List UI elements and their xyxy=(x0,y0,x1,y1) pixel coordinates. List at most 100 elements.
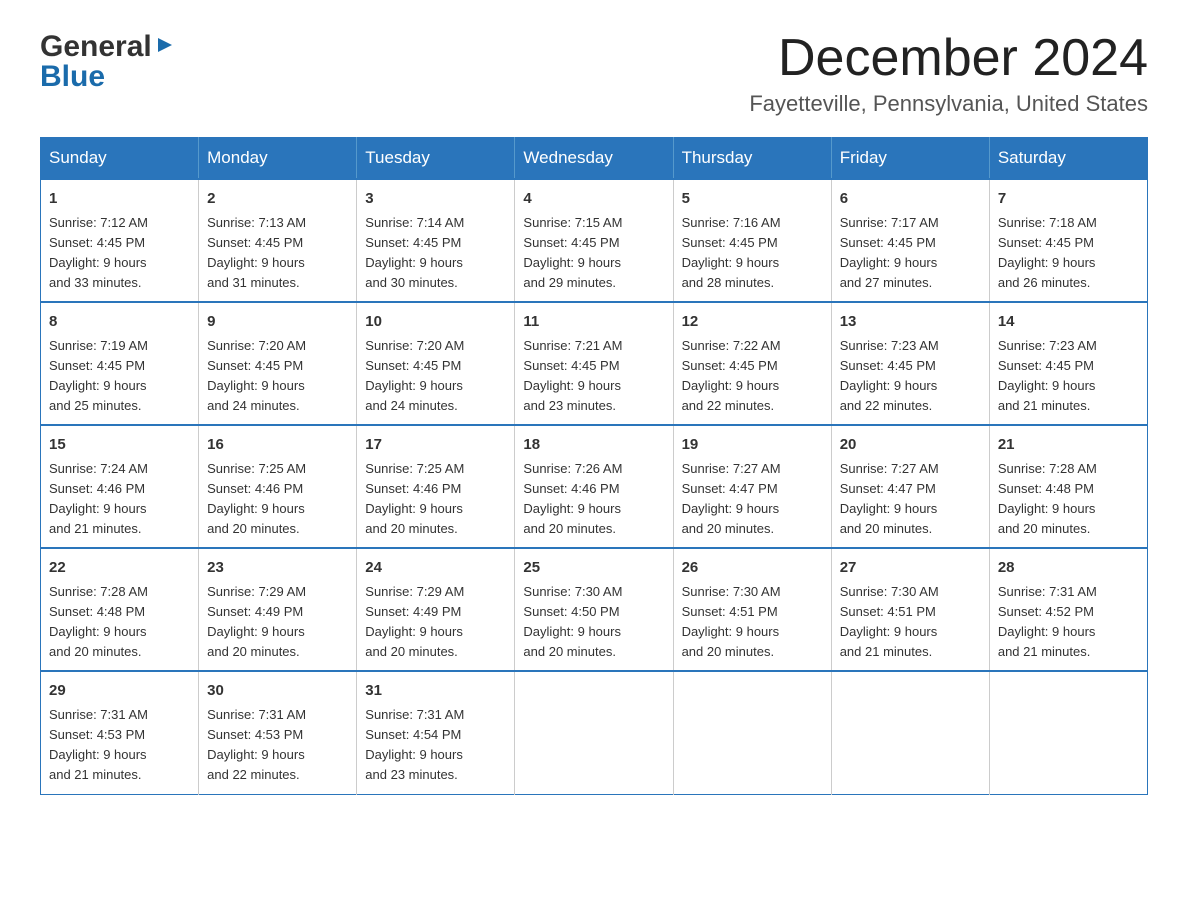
day-info: Sunrise: 7:31 AMSunset: 4:53 PMDaylight:… xyxy=(49,705,190,786)
calendar-cell xyxy=(515,671,673,794)
calendar-cell: 17Sunrise: 7:25 AMSunset: 4:46 PMDayligh… xyxy=(357,425,515,548)
day-info: Sunrise: 7:14 AMSunset: 4:45 PMDaylight:… xyxy=(365,213,506,294)
header-thursday: Thursday xyxy=(673,138,831,180)
day-number: 3 xyxy=(365,188,506,211)
day-number: 29 xyxy=(49,680,190,703)
day-info: Sunrise: 7:29 AMSunset: 4:49 PMDaylight:… xyxy=(207,582,348,663)
day-info: Sunrise: 7:31 AMSunset: 4:52 PMDaylight:… xyxy=(998,582,1139,663)
header-wednesday: Wednesday xyxy=(515,138,673,180)
calendar-cell: 18Sunrise: 7:26 AMSunset: 4:46 PMDayligh… xyxy=(515,425,673,548)
day-info: Sunrise: 7:15 AMSunset: 4:45 PMDaylight:… xyxy=(523,213,664,294)
day-info: Sunrise: 7:23 AMSunset: 4:45 PMDaylight:… xyxy=(998,336,1139,417)
calendar-cell: 29Sunrise: 7:31 AMSunset: 4:53 PMDayligh… xyxy=(41,671,199,794)
day-number: 8 xyxy=(49,311,190,334)
day-number: 6 xyxy=(840,188,981,211)
calendar-cell: 14Sunrise: 7:23 AMSunset: 4:45 PMDayligh… xyxy=(989,302,1147,425)
calendar-cell: 15Sunrise: 7:24 AMSunset: 4:46 PMDayligh… xyxy=(41,425,199,548)
page-header: General Blue December 2024 Fayetteville,… xyxy=(40,30,1148,117)
day-info: Sunrise: 7:16 AMSunset: 4:45 PMDaylight:… xyxy=(682,213,823,294)
day-info: Sunrise: 7:31 AMSunset: 4:53 PMDaylight:… xyxy=(207,705,348,786)
day-info: Sunrise: 7:21 AMSunset: 4:45 PMDaylight:… xyxy=(523,336,664,417)
calendar-cell: 4Sunrise: 7:15 AMSunset: 4:45 PMDaylight… xyxy=(515,179,673,302)
day-info: Sunrise: 7:20 AMSunset: 4:45 PMDaylight:… xyxy=(365,336,506,417)
calendar-cell: 10Sunrise: 7:20 AMSunset: 4:45 PMDayligh… xyxy=(357,302,515,425)
calendar-cell: 22Sunrise: 7:28 AMSunset: 4:48 PMDayligh… xyxy=(41,548,199,671)
day-number: 11 xyxy=(523,311,664,334)
day-info: Sunrise: 7:26 AMSunset: 4:46 PMDaylight:… xyxy=(523,459,664,540)
calendar-cell: 16Sunrise: 7:25 AMSunset: 4:46 PMDayligh… xyxy=(199,425,357,548)
day-info: Sunrise: 7:17 AMSunset: 4:45 PMDaylight:… xyxy=(840,213,981,294)
header-monday: Monday xyxy=(199,138,357,180)
day-info: Sunrise: 7:30 AMSunset: 4:50 PMDaylight:… xyxy=(523,582,664,663)
day-number: 19 xyxy=(682,434,823,457)
calendar-cell xyxy=(673,671,831,794)
day-info: Sunrise: 7:27 AMSunset: 4:47 PMDaylight:… xyxy=(840,459,981,540)
calendar-cell: 31Sunrise: 7:31 AMSunset: 4:54 PMDayligh… xyxy=(357,671,515,794)
logo: General Blue xyxy=(40,30,176,94)
calendar-cell: 7Sunrise: 7:18 AMSunset: 4:45 PMDaylight… xyxy=(989,179,1147,302)
calendar-cell: 2Sunrise: 7:13 AMSunset: 4:45 PMDaylight… xyxy=(199,179,357,302)
day-info: Sunrise: 7:22 AMSunset: 4:45 PMDaylight:… xyxy=(682,336,823,417)
calendar-cell: 9Sunrise: 7:20 AMSunset: 4:45 PMDaylight… xyxy=(199,302,357,425)
calendar-cell: 13Sunrise: 7:23 AMSunset: 4:45 PMDayligh… xyxy=(831,302,989,425)
calendar-cell: 20Sunrise: 7:27 AMSunset: 4:47 PMDayligh… xyxy=(831,425,989,548)
day-number: 20 xyxy=(840,434,981,457)
calendar-cell: 3Sunrise: 7:14 AMSunset: 4:45 PMDaylight… xyxy=(357,179,515,302)
day-info: Sunrise: 7:18 AMSunset: 4:45 PMDaylight:… xyxy=(998,213,1139,294)
day-number: 16 xyxy=(207,434,348,457)
logo-arrow-icon xyxy=(154,34,176,56)
day-info: Sunrise: 7:20 AMSunset: 4:45 PMDaylight:… xyxy=(207,336,348,417)
calendar-cell: 1Sunrise: 7:12 AMSunset: 4:45 PMDaylight… xyxy=(41,179,199,302)
calendar-body: 1Sunrise: 7:12 AMSunset: 4:45 PMDaylight… xyxy=(41,179,1148,794)
day-number: 5 xyxy=(682,188,823,211)
day-info: Sunrise: 7:13 AMSunset: 4:45 PMDaylight:… xyxy=(207,213,348,294)
day-number: 14 xyxy=(998,311,1139,334)
day-info: Sunrise: 7:29 AMSunset: 4:49 PMDaylight:… xyxy=(365,582,506,663)
day-number: 15 xyxy=(49,434,190,457)
page-subtitle: Fayetteville, Pennsylvania, United State… xyxy=(749,91,1148,117)
calendar-cell xyxy=(989,671,1147,794)
title-area: December 2024 Fayetteville, Pennsylvania… xyxy=(749,30,1148,117)
day-number: 18 xyxy=(523,434,664,457)
day-info: Sunrise: 7:25 AMSunset: 4:46 PMDaylight:… xyxy=(207,459,348,540)
header-sunday: Sunday xyxy=(41,138,199,180)
calendar-cell: 11Sunrise: 7:21 AMSunset: 4:45 PMDayligh… xyxy=(515,302,673,425)
calendar-cell: 28Sunrise: 7:31 AMSunset: 4:52 PMDayligh… xyxy=(989,548,1147,671)
header-saturday: Saturday xyxy=(989,138,1147,180)
calendar-cell: 19Sunrise: 7:27 AMSunset: 4:47 PMDayligh… xyxy=(673,425,831,548)
day-info: Sunrise: 7:31 AMSunset: 4:54 PMDaylight:… xyxy=(365,705,506,786)
header-tuesday: Tuesday xyxy=(357,138,515,180)
day-info: Sunrise: 7:12 AMSunset: 4:45 PMDaylight:… xyxy=(49,213,190,294)
calendar-cell: 27Sunrise: 7:30 AMSunset: 4:51 PMDayligh… xyxy=(831,548,989,671)
day-info: Sunrise: 7:30 AMSunset: 4:51 PMDaylight:… xyxy=(840,582,981,663)
day-number: 13 xyxy=(840,311,981,334)
day-number: 25 xyxy=(523,557,664,580)
day-number: 2 xyxy=(207,188,348,211)
day-number: 1 xyxy=(49,188,190,211)
calendar-cell: 8Sunrise: 7:19 AMSunset: 4:45 PMDaylight… xyxy=(41,302,199,425)
header-friday: Friday xyxy=(831,138,989,180)
day-info: Sunrise: 7:30 AMSunset: 4:51 PMDaylight:… xyxy=(682,582,823,663)
day-number: 23 xyxy=(207,557,348,580)
day-number: 22 xyxy=(49,557,190,580)
day-info: Sunrise: 7:27 AMSunset: 4:47 PMDaylight:… xyxy=(682,459,823,540)
day-number: 24 xyxy=(365,557,506,580)
calendar-cell: 24Sunrise: 7:29 AMSunset: 4:49 PMDayligh… xyxy=(357,548,515,671)
day-number: 4 xyxy=(523,188,664,211)
calendar-cell: 12Sunrise: 7:22 AMSunset: 4:45 PMDayligh… xyxy=(673,302,831,425)
day-number: 7 xyxy=(998,188,1139,211)
day-number: 26 xyxy=(682,557,823,580)
day-number: 9 xyxy=(207,311,348,334)
day-number: 17 xyxy=(365,434,506,457)
calendar-cell xyxy=(831,671,989,794)
logo-general-text: General xyxy=(40,30,152,64)
day-info: Sunrise: 7:28 AMSunset: 4:48 PMDaylight:… xyxy=(49,582,190,663)
day-info: Sunrise: 7:23 AMSunset: 4:45 PMDaylight:… xyxy=(840,336,981,417)
day-number: 21 xyxy=(998,434,1139,457)
calendar-cell: 23Sunrise: 7:29 AMSunset: 4:49 PMDayligh… xyxy=(199,548,357,671)
day-number: 12 xyxy=(682,311,823,334)
day-info: Sunrise: 7:19 AMSunset: 4:45 PMDaylight:… xyxy=(49,336,190,417)
calendar-table: Sunday Monday Tuesday Wednesday Thursday… xyxy=(40,137,1148,794)
day-info: Sunrise: 7:25 AMSunset: 4:46 PMDaylight:… xyxy=(365,459,506,540)
day-number: 10 xyxy=(365,311,506,334)
